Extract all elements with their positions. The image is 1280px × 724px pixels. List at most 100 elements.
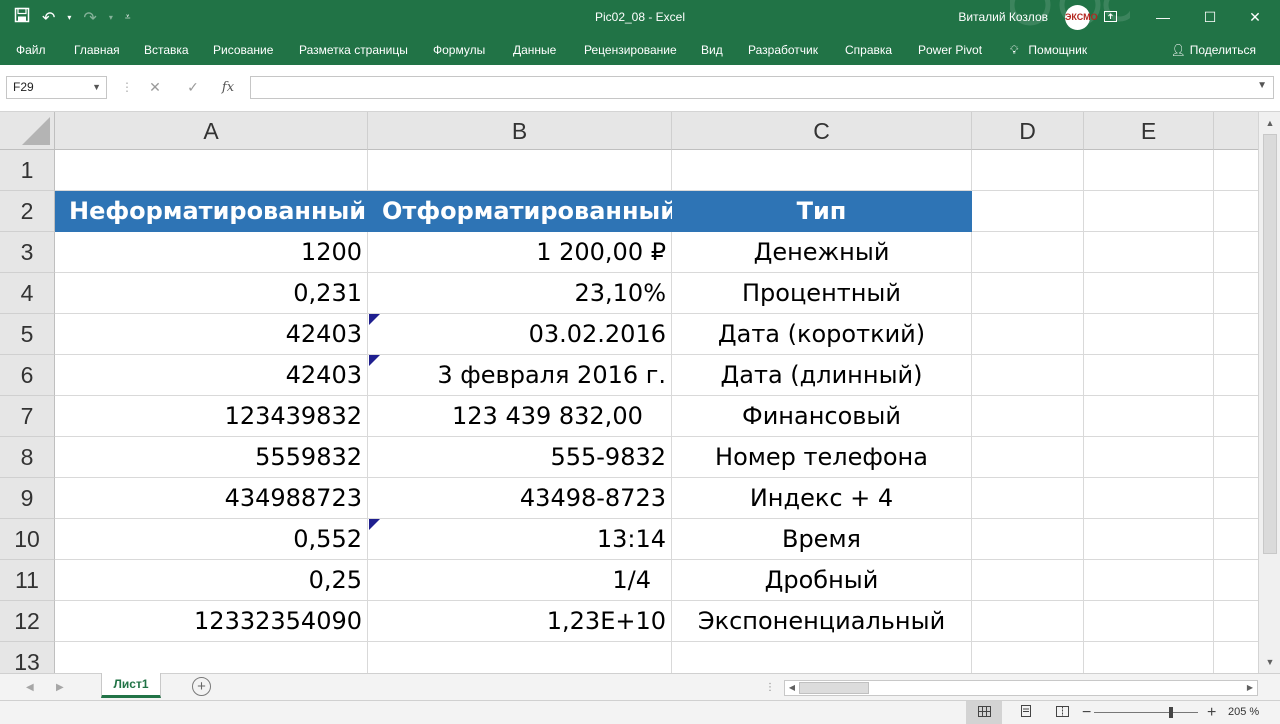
tab-review[interactable]: Рецензирование (584, 35, 677, 65)
table-cell[interactable]: Дата (длинный) (672, 355, 972, 396)
empty-cell[interactable] (972, 560, 1084, 601)
horizontal-scroll-thumb[interactable] (799, 682, 869, 694)
add-sheet-icon[interactable]: + (192, 677, 211, 696)
table-cell[interactable]: 13:14 (368, 519, 672, 560)
row-header[interactable]: 11 (0, 560, 55, 601)
chevron-down-icon[interactable]: ▼ (92, 77, 101, 98)
tab-formulas[interactable]: Формулы (433, 35, 485, 65)
cancel-entry-icon[interactable]: ✕ (143, 76, 167, 99)
row-header[interactable]: 13 (0, 642, 55, 673)
tab-insert[interactable]: Вставка (144, 35, 189, 65)
empty-cell[interactable] (368, 150, 672, 191)
empty-cell[interactable] (672, 150, 972, 191)
prev-sheet-icon[interactable]: ◀ (26, 674, 34, 701)
undo-icon[interactable]: ↶ (42, 8, 55, 28)
tab-developer[interactable]: Разработчик (748, 35, 818, 65)
table-cell[interactable]: 1 200,00 ₽ (368, 232, 672, 273)
zoom-level[interactable]: 205 % (1228, 701, 1259, 724)
column-header-e[interactable]: E (1084, 112, 1214, 150)
header-cell-unformatted[interactable]: Неформатированный (55, 191, 368, 232)
empty-cell[interactable] (1214, 150, 1258, 191)
tab-view[interactable]: Вид (701, 35, 723, 65)
vertical-scroll-thumb[interactable] (1263, 134, 1277, 554)
empty-cell[interactable] (1084, 396, 1214, 437)
empty-cell[interactable] (1214, 232, 1258, 273)
select-all-button[interactable] (0, 112, 55, 150)
row-header[interactable]: 1 (0, 150, 55, 191)
empty-cell[interactable] (1214, 560, 1258, 601)
name-box[interactable]: F29 ▼ (6, 76, 107, 99)
table-cell[interactable]: 3 февраля 2016 г. (368, 355, 672, 396)
table-cell[interactable]: 0,231 (55, 273, 368, 314)
formula-bar-grip-icon[interactable]: ⋮ (121, 80, 133, 94)
table-cell[interactable]: 1,23E+10 (368, 601, 672, 642)
empty-cell[interactable] (1084, 519, 1214, 560)
cell-indicator-icon[interactable] (369, 355, 380, 366)
empty-cell[interactable] (1214, 191, 1258, 232)
zoom-out-icon[interactable]: − (1082, 701, 1091, 724)
empty-cell[interactable] (972, 191, 1084, 232)
row-header[interactable]: 2 (0, 191, 55, 232)
page-break-view-icon[interactable] (1044, 701, 1080, 724)
minimize-button[interactable]: — (1140, 0, 1186, 35)
tab-split-grip-icon[interactable]: ⋮ (765, 674, 775, 701)
share-button[interactable]: 👤︎ Поделиться (1171, 35, 1257, 65)
table-cell[interactable]: 42403 (55, 355, 368, 396)
empty-cell[interactable] (972, 601, 1084, 642)
tab-home[interactable]: Главная (74, 35, 120, 65)
empty-cell[interactable] (972, 273, 1084, 314)
empty-cell[interactable] (1084, 601, 1214, 642)
table-cell[interactable]: 1/4 (368, 560, 672, 601)
horizontal-scrollbar[interactable]: ◀ ▶ (784, 680, 1258, 696)
empty-cell[interactable] (1084, 642, 1214, 673)
column-header-c[interactable]: C (672, 112, 972, 150)
tab-tell-me[interactable]: 💡︎ Помощник (1010, 35, 1087, 65)
header-cell-type[interactable]: Тип (672, 191, 972, 232)
table-cell[interactable]: 43498-8723 (368, 478, 672, 519)
table-cell[interactable]: 434988723 (55, 478, 368, 519)
column-header-d[interactable]: D (972, 112, 1084, 150)
empty-cell[interactable] (1214, 642, 1258, 673)
tab-page-layout[interactable]: Разметка страницы (299, 35, 408, 65)
redo-dropdown-icon[interactable]: ▾ (109, 13, 113, 22)
confirm-entry-icon[interactable]: ✓ (181, 76, 205, 99)
table-cell[interactable]: 123439832 (55, 396, 368, 437)
table-cell[interactable]: 123 439 832,00 (368, 396, 672, 437)
empty-cell[interactable] (972, 437, 1084, 478)
save-icon[interactable] (14, 7, 30, 28)
zoom-in-icon[interactable]: + (1207, 701, 1216, 724)
table-cell[interactable]: 12332354090 (55, 601, 368, 642)
ribbon-display-options-icon[interactable] (1087, 0, 1133, 35)
customize-qat-icon[interactable]: ⩡ (125, 12, 131, 23)
empty-cell[interactable] (1214, 355, 1258, 396)
row-header[interactable]: 6 (0, 355, 55, 396)
row-header[interactable]: 12 (0, 601, 55, 642)
empty-cell[interactable] (55, 150, 368, 191)
tab-draw[interactable]: Рисование (213, 35, 273, 65)
empty-cell[interactable] (972, 150, 1084, 191)
empty-cell[interactable] (1084, 314, 1214, 355)
row-header[interactable]: 9 (0, 478, 55, 519)
empty-cell[interactable] (1214, 396, 1258, 437)
empty-cell[interactable] (1214, 519, 1258, 560)
table-cell[interactable]: 0,25 (55, 560, 368, 601)
empty-cell[interactable] (1084, 560, 1214, 601)
empty-cell[interactable] (1084, 191, 1214, 232)
user-name[interactable]: Виталий Козлов (958, 0, 1048, 35)
undo-dropdown-icon[interactable]: ▾ (67, 13, 71, 22)
next-sheet-icon[interactable]: ▶ (56, 674, 64, 701)
insert-function-icon[interactable]: fx (216, 76, 240, 99)
normal-view-icon[interactable] (966, 701, 1002, 724)
scroll-right-icon[interactable]: ▶ (1243, 681, 1257, 695)
table-cell[interactable]: 555-9832 (368, 437, 672, 478)
scroll-down-icon[interactable]: ▼ (1259, 653, 1280, 671)
table-cell[interactable]: Процентный (672, 273, 972, 314)
tab-help[interactable]: Справка (845, 35, 892, 65)
empty-cell[interactable] (1214, 314, 1258, 355)
table-cell[interactable]: Номер телефона (672, 437, 972, 478)
empty-cell[interactable] (672, 642, 972, 673)
zoom-slider-knob[interactable] (1169, 707, 1173, 718)
table-cell[interactable]: Денежный (672, 232, 972, 273)
cell-indicator-icon[interactable] (369, 314, 380, 325)
redo-icon[interactable]: ↷ (83, 8, 96, 28)
